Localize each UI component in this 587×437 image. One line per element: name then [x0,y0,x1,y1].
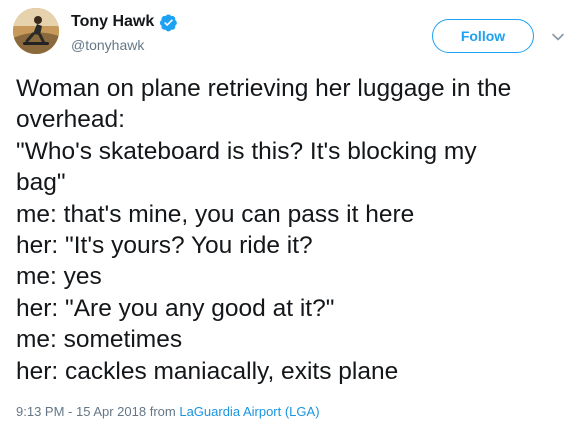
skateboarder-avatar-icon [13,8,59,54]
chevron-down-icon[interactable] [551,30,565,44]
tweet-line: Woman on plane retrieving her luggage in… [16,75,512,102]
author-handle[interactable]: @tonyhawk [71,36,144,54]
meta-from-label: from [146,404,180,419]
meta-separator: - [64,404,76,419]
tweet-line: me: yes [16,263,102,291]
tweet-line: her: cackles maniacally, exits plane [16,357,399,385]
tweet-text: Woman on plane retrieving her luggage in… [16,73,576,387]
tweet-card: Tony Hawk @tonyhawk Follow Woman on plan… [0,0,587,437]
tweet-line: her: "It's yours? You ride it? [16,232,313,260]
verified-badge-icon [160,13,178,31]
follow-button[interactable]: Follow [432,19,534,53]
author-avatar[interactable] [13,8,59,54]
tweet-line: bag" [16,169,66,197]
tweet-line: overhead: [16,106,125,134]
tweet-location-link[interactable]: LaGuardia Airport (LGA) [179,404,319,419]
tweet-line: her: "Are you any good at it?" [16,294,335,322]
tweet-line: me: that's mine, you can pass it here [16,200,415,228]
author-name-row: Tony Hawk [71,12,178,32]
tweet-line: "Who's skateboard is this? It's blocking… [16,137,477,165]
tweet-line: me: sometimes [16,326,183,354]
tweet-timestamp[interactable]: 9:13 PM [16,404,64,419]
tweet-date[interactable]: 15 Apr 2018 [76,404,146,419]
author-display-name[interactable]: Tony Hawk [71,12,154,32]
tweet-metadata: 9:13 PM - 15 Apr 2018 from LaGuardia Air… [16,403,320,421]
